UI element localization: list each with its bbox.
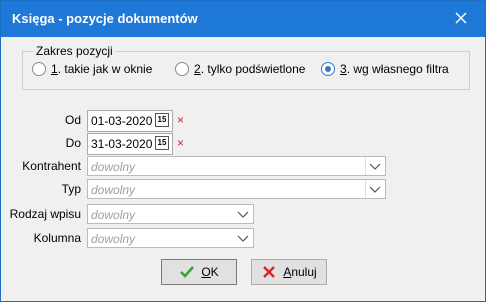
do-clear-icon[interactable]: ×	[177, 136, 184, 150]
calendar-icon[interactable]: 15	[155, 136, 169, 150]
do-date-field[interactable]: 31-03-2020 15	[87, 133, 173, 155]
kolumna-label: Kolumna	[33, 231, 81, 245]
radio-circle-selected	[321, 62, 335, 76]
ok-button[interactable]: OK	[161, 259, 237, 285]
od-clear-icon[interactable]: ×	[177, 113, 184, 127]
range-group-legend: Zakres pozycji	[34, 44, 115, 58]
typ-combo[interactable]: dowolny	[87, 179, 386, 199]
kontrahent-value: dowolny	[91, 160, 136, 174]
close-icon[interactable]	[453, 10, 469, 26]
od-label: Od	[64, 113, 81, 127]
radio-option-2[interactable]: 2. tylko podświetlone	[175, 59, 305, 79]
cancel-button[interactable]: Anuluj	[251, 259, 327, 285]
do-date-value: 31-03-2020	[91, 137, 153, 151]
window-title: Księga - pozycje dokumentów	[12, 11, 198, 26]
rodzaj-wpisu-label: Rodzaj wpisu	[9, 207, 81, 221]
calendar-icon[interactable]: 15	[155, 113, 169, 127]
chevron-down-icon[interactable]	[369, 184, 381, 194]
radio-option-3[interactable]: 3. wg własnego filtra	[321, 59, 449, 79]
radio-circle	[32, 62, 46, 76]
kolumna-combo[interactable]: dowolny	[87, 228, 254, 248]
dialog-window: Księga - pozycje dokumentów Zakres pozyc…	[0, 0, 486, 302]
do-label: Do	[65, 136, 81, 150]
chevron-down-icon[interactable]	[369, 161, 381, 171]
radio-option-1[interactable]: 1. takie jak w oknie	[32, 59, 152, 79]
od-date-field[interactable]: 01-03-2020 15	[87, 110, 173, 132]
typ-label: Typ	[61, 182, 81, 196]
kontrahent-combo[interactable]: dowolny	[87, 156, 386, 176]
radio-circle	[175, 62, 189, 76]
title-bar[interactable]: Księga - pozycje dokumentów	[1, 1, 485, 37]
kontrahent-label: Kontrahent	[22, 159, 81, 173]
rodzaj-wpisu-combo[interactable]: dowolny	[87, 204, 254, 224]
typ-value: dowolny	[91, 183, 136, 197]
chevron-down-icon[interactable]	[237, 233, 249, 243]
rodzaj-wpisu-value: dowolny	[91, 208, 136, 222]
kolumna-value: dowolny	[91, 232, 136, 246]
chevron-down-icon[interactable]	[237, 209, 249, 219]
cross-icon	[263, 266, 276, 278]
checkmark-icon	[180, 266, 195, 278]
od-date-value: 01-03-2020	[91, 114, 153, 128]
